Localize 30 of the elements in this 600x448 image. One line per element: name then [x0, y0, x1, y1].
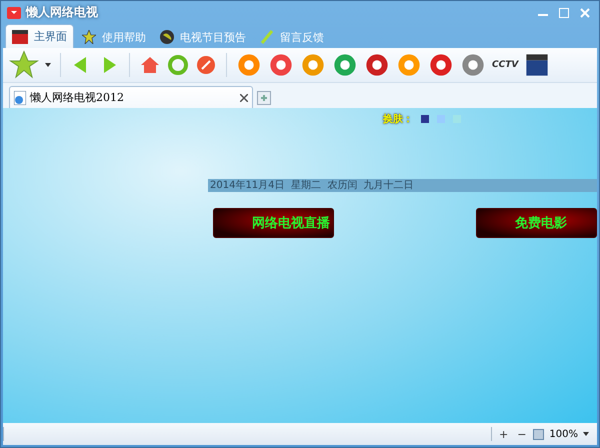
menu-tab[interactable]: 主界面 [5, 24, 74, 48]
zoom-in-button[interactable]: + [496, 428, 510, 440]
star-icon[interactable] [9, 50, 39, 80]
browser-tab[interactable]: 懒人网络电视2012 [9, 86, 253, 108]
app-icon [7, 6, 21, 18]
channel-button[interactable]: 网络电视直播 [213, 208, 334, 238]
page-icon [14, 90, 26, 104]
zoom-level: 100% [549, 428, 578, 440]
stop-icon[interactable] [195, 54, 217, 76]
cctv-logo[interactable]: CCTV [492, 60, 518, 70]
maximize-icon[interactable] [559, 8, 569, 18]
globe-icon [160, 30, 174, 44]
tab-title: 懒人网络电视2012 [30, 90, 125, 105]
window-title: 懒人网络电视 [26, 4, 99, 21]
channel-button[interactable]: 免费电影 [476, 208, 597, 238]
pen-icon [260, 30, 274, 44]
clapper-icon [12, 30, 28, 44]
color-swatch[interactable] [421, 115, 429, 123]
round-logo-icon[interactable] [268, 52, 294, 78]
skin-label: 换肤： [383, 112, 413, 126]
new-tab-icon[interactable] [257, 91, 271, 105]
caret-icon[interactable] [45, 63, 51, 67]
zoom-out-button[interactable]: − [515, 428, 528, 440]
date-text: 2014年11月4日 星期二 农历闰 九月十二日 [208, 179, 597, 192]
zoom-icon [533, 428, 544, 440]
caret-icon[interactable] [583, 432, 589, 436]
clapperboard-icon[interactable] [524, 52, 550, 78]
home-icon[interactable] [139, 54, 161, 76]
star-icon [82, 30, 96, 44]
close-icon[interactable] [240, 94, 248, 102]
